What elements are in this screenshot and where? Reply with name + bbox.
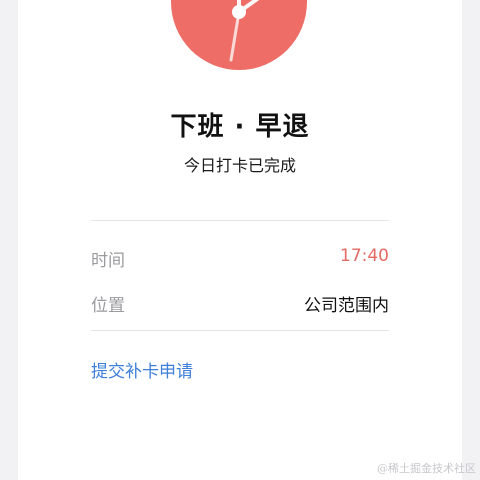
location-value: 公司范围内 [304,296,389,316]
watermark: @稀土掘金技术社区 [377,462,476,475]
location-row: 位置 公司范围内 [91,291,389,319]
submit-reissue-link[interactable]: 提交补卡申请 [91,357,193,382]
status-subtitle: 今日打卡已完成 [183,156,296,175]
divider-top [91,220,389,221]
time-row: 时间 17:40 [91,246,389,274]
divider-bottom [91,330,389,331]
punch-card: 下班 · 早退 今日打卡已完成 时间 17:40 位置 公司范围内 提交补卡申请 [18,0,462,480]
location-label: 位置 [91,296,125,316]
clock-icon [171,0,307,70]
time-value: 17:40 [340,246,389,266]
status-title: 下班 · 早退 [170,112,310,142]
time-label: 时间 [91,251,125,271]
